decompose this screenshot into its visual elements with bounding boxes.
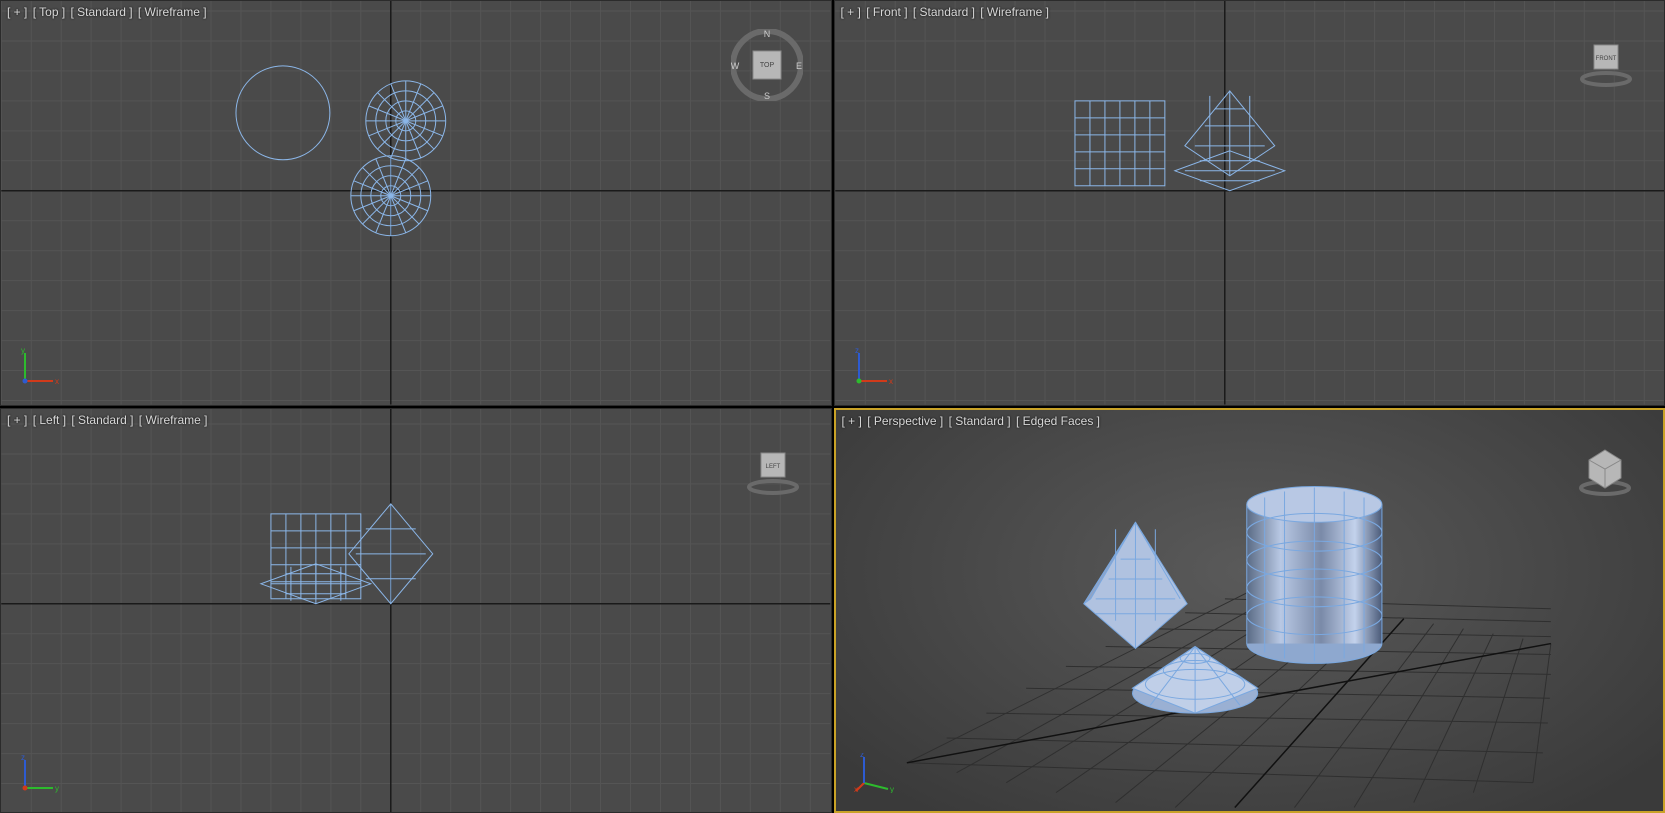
view-name[interactable]: [ Front ] bbox=[866, 5, 907, 19]
hedra-top-wire[interactable] bbox=[366, 81, 446, 161]
cone-persp[interactable] bbox=[1132, 646, 1257, 713]
hedra-front-wire[interactable] bbox=[1184, 91, 1274, 176]
cylinder-top-wire[interactable] bbox=[236, 66, 330, 160]
svg-text:N: N bbox=[763, 29, 770, 39]
svg-text:x: x bbox=[55, 377, 59, 386]
viewport-perspective[interactable]: [ + ] [ Perspective ] [ Standard ] [ Edg… bbox=[834, 408, 1665, 813]
viewcube-front[interactable]: FRONT bbox=[1578, 31, 1634, 87]
viewcube-left[interactable]: LEFT bbox=[745, 439, 801, 495]
maximize-toggle[interactable]: [ + ] bbox=[7, 413, 27, 427]
axis-gizmo-left: y z bbox=[19, 754, 59, 794]
axis-gizmo-top: x y bbox=[19, 347, 59, 387]
axis-gizmo-front: x z bbox=[853, 347, 893, 387]
viewport-container: [ + ] [ Top ] [ Standard ] [ Wireframe ] bbox=[0, 0, 1665, 813]
grid bbox=[1, 409, 830, 813]
svg-text:W: W bbox=[731, 61, 740, 71]
viewcube-perspective[interactable] bbox=[1577, 440, 1633, 496]
viewport-front-label[interactable]: [ + ] [ Front ] [ Standard ] [ Wireframe… bbox=[841, 5, 1051, 19]
shading-label[interactable]: [ Standard ] bbox=[913, 5, 975, 19]
shading-label[interactable]: [ Standard ] bbox=[71, 5, 133, 19]
svg-text:FRONT: FRONT bbox=[1596, 56, 1617, 62]
maximize-toggle[interactable]: [ + ] bbox=[841, 5, 861, 19]
axis-gizmo-perspective: y x z bbox=[854, 753, 894, 793]
viewport-front[interactable]: [ + ] [ Front ] [ Standard ] [ Wireframe… bbox=[834, 0, 1665, 406]
view-name[interactable]: [ Left ] bbox=[33, 413, 66, 427]
mode-label[interactable]: [ Wireframe ] bbox=[139, 413, 208, 427]
viewport-top[interactable]: [ + ] [ Top ] [ Standard ] [ Wireframe ] bbox=[0, 0, 832, 406]
svg-text:y: y bbox=[890, 785, 894, 793]
svg-text:LEFT: LEFT bbox=[765, 464, 780, 470]
svg-text:E: E bbox=[795, 61, 801, 71]
grid bbox=[1, 1, 830, 405]
maximize-toggle[interactable]: [ + ] bbox=[842, 414, 862, 428]
svg-text:x: x bbox=[854, 785, 858, 793]
cone-top-wire[interactable] bbox=[351, 156, 431, 236]
view-name[interactable]: [ Top ] bbox=[33, 5, 65, 19]
svg-text:z: z bbox=[860, 753, 864, 759]
shading-label[interactable]: [ Standard ] bbox=[949, 414, 1011, 428]
hedra-left-wire[interactable] bbox=[349, 503, 433, 603]
viewport-left-label[interactable]: [ + ] [ Left ] [ Standard ] [ Wireframe … bbox=[7, 413, 209, 427]
mode-label[interactable]: [ Wireframe ] bbox=[980, 5, 1049, 19]
svg-text:y: y bbox=[21, 347, 25, 355]
svg-text:x: x bbox=[889, 377, 893, 386]
svg-text:S: S bbox=[763, 91, 769, 101]
shading-label[interactable]: [ Standard ] bbox=[71, 413, 133, 427]
viewport-top-label[interactable]: [ + ] [ Top ] [ Standard ] [ Wireframe ] bbox=[7, 5, 209, 19]
cylinder-front-wire[interactable] bbox=[1074, 101, 1164, 186]
perspective-scene[interactable] bbox=[836, 410, 1664, 812]
cone-left-wire[interactable] bbox=[261, 563, 371, 603]
maximize-toggle[interactable]: [ + ] bbox=[7, 5, 27, 19]
left-scene[interactable] bbox=[1, 409, 831, 813]
grid bbox=[835, 1, 1664, 405]
mode-label[interactable]: [ Wireframe ] bbox=[138, 5, 207, 19]
top-scene[interactable] bbox=[1, 1, 831, 405]
svg-text:y: y bbox=[55, 784, 59, 793]
viewport-left[interactable]: [ + ] [ Left ] [ Standard ] [ Wireframe … bbox=[0, 408, 832, 813]
svg-text:z: z bbox=[855, 347, 859, 355]
viewcube-top[interactable]: TOP N S W E bbox=[731, 29, 803, 101]
cylinder-persp[interactable] bbox=[1246, 486, 1381, 663]
svg-text:TOP: TOP bbox=[759, 62, 774, 69]
viewport-perspective-label[interactable]: [ + ] [ Perspective ] [ Standard ] [ Edg… bbox=[842, 414, 1103, 428]
mode-label[interactable]: [ Edged Faces ] bbox=[1016, 414, 1100, 428]
front-scene[interactable] bbox=[835, 1, 1665, 405]
view-name[interactable]: [ Perspective ] bbox=[867, 414, 943, 428]
svg-text:z: z bbox=[21, 754, 25, 762]
